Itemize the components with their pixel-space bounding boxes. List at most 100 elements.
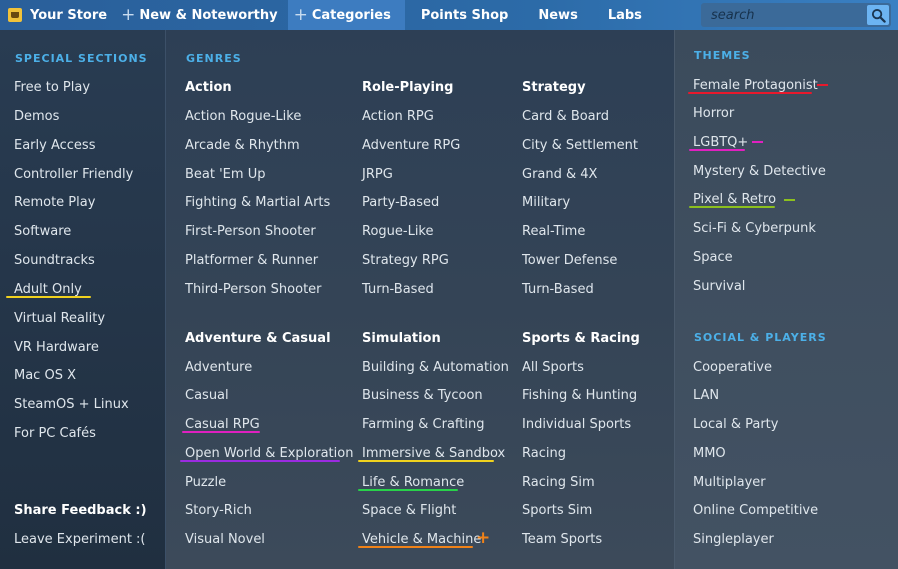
genre-item[interactable]: Individual Sports <box>522 417 631 432</box>
special-item-adult-only[interactable]: Adult Only <box>14 282 82 297</box>
theme-item[interactable]: Horror <box>693 106 734 121</box>
genre-item[interactable]: Space & Flight <box>362 503 456 518</box>
genre-item[interactable]: Third-Person Shooter <box>185 282 322 297</box>
nav-new-noteworthy[interactable]: + New & Noteworthy <box>117 0 287 30</box>
genre-item[interactable]: Fishing & Hunting <box>522 388 637 403</box>
theme-item[interactable]: Survival <box>693 279 745 294</box>
theme-item[interactable]: Mystery & Detective <box>693 164 826 179</box>
genre-item[interactable]: Adventure RPG <box>362 138 460 153</box>
plus-icon: + <box>121 5 136 25</box>
genre-item[interactable]: Building & Automation <box>362 360 509 375</box>
nav-your-store-label: Your Store <box>30 7 108 23</box>
share-feedback-link[interactable]: Share Feedback :) <box>14 503 147 518</box>
genre-item-life-romance[interactable]: Life & Romance <box>362 475 464 490</box>
social-item[interactable]: Online Competitive <box>693 503 818 518</box>
theme-item[interactable]: Sci-Fi & Cyberpunk <box>693 221 816 236</box>
special-item[interactable]: Demos <box>14 109 59 124</box>
genre-item[interactable]: Action Rogue-Like <box>185 109 301 124</box>
special-item[interactable]: Mac OS X <box>14 368 76 383</box>
social-item[interactable]: MMO <box>693 446 726 461</box>
green-dash-mark <box>784 199 795 201</box>
genre-item[interactable]: Real-Time <box>522 224 585 239</box>
theme-item-pixel-retro[interactable]: Pixel & Retro <box>693 192 776 207</box>
special-item[interactable]: Early Access <box>14 138 95 153</box>
social-item[interactable]: Cooperative <box>693 360 772 375</box>
social-item[interactable]: Singleplayer <box>693 532 774 547</box>
genre-item-casual-rpg[interactable]: Casual RPG <box>185 417 260 432</box>
leave-experiment-link[interactable]: Leave Experiment :( <box>14 532 146 547</box>
special-item[interactable]: SteamOS + Linux <box>14 397 129 412</box>
special-item[interactable]: Virtual Reality <box>14 311 105 326</box>
genre-item[interactable]: All Sports <box>522 360 584 375</box>
genre-item[interactable]: Grand & 4X <box>522 167 597 182</box>
genre-item[interactable]: Military <box>522 195 570 210</box>
nav-points-shop-label: Points Shop <box>420 7 509 23</box>
genre-action-heading[interactable]: Action <box>185 80 232 95</box>
genre-item[interactable]: Party-Based <box>362 195 439 210</box>
genre-item[interactable]: Rogue-Like <box>362 224 434 239</box>
highlight-underline <box>182 431 260 433</box>
social-item[interactable]: Local & Party <box>693 417 778 432</box>
genre-item-open-world[interactable]: Open World & Exploration <box>185 446 353 461</box>
nav-news-label: News <box>538 7 578 23</box>
genre-roleplaying-heading[interactable]: Role-Playing <box>362 80 453 95</box>
genre-item[interactable]: Business & Tycoon <box>362 388 483 403</box>
genre-item[interactable]: Sports Sim <box>522 503 592 518</box>
nav-news[interactable]: News <box>522 0 591 30</box>
genre-simulation-heading[interactable]: Simulation <box>362 331 441 346</box>
genre-item[interactable]: Platformer & Runner <box>185 253 318 268</box>
special-item[interactable]: Free to Play <box>14 80 90 95</box>
genre-item[interactable]: JRPG <box>362 167 393 182</box>
nav-new-noteworthy-label: New & Noteworthy <box>139 7 278 23</box>
genre-item[interactable]: First-Person Shooter <box>185 224 316 239</box>
genre-item[interactable]: Adventure <box>185 360 252 375</box>
genre-item[interactable]: Turn-Based <box>362 282 434 297</box>
genre-item[interactable]: Arcade & Rhythm <box>185 138 300 153</box>
genre-item-vehicle-machine[interactable]: Vehicle & Machine <box>362 532 481 547</box>
genre-item[interactable]: Action RPG <box>362 109 434 124</box>
genre-item[interactable]: Racing Sim <box>522 475 595 490</box>
nav-points-shop[interactable]: Points Shop <box>405 0 523 30</box>
genre-item[interactable]: Puzzle <box>185 475 226 490</box>
social-item[interactable]: LAN <box>693 388 719 403</box>
genre-item[interactable]: Card & Board <box>522 109 609 124</box>
theme-item-lgbtq[interactable]: LGBTQ+ <box>693 135 748 150</box>
genre-item[interactable]: City & Settlement <box>522 138 638 153</box>
nav-your-store[interactable]: Your Store <box>0 0 117 30</box>
genre-strategy-heading[interactable]: Strategy <box>522 80 586 95</box>
special-item[interactable]: Software <box>14 224 71 239</box>
special-item[interactable]: Soundtracks <box>14 253 95 268</box>
search-input[interactable] <box>701 4 866 26</box>
genre-item[interactable]: Story-Rich <box>185 503 252 518</box>
nav-labs[interactable]: Labs <box>592 0 652 30</box>
genre-item[interactable]: Farming & Crafting <box>362 417 484 432</box>
theme-item[interactable]: Space <box>693 250 733 265</box>
genre-item[interactable]: Beat 'Em Up <box>185 167 265 182</box>
genre-item[interactable]: Visual Novel <box>185 532 265 547</box>
genre-item-immersive-sandbox[interactable]: Immersive & Sandbox <box>362 446 505 461</box>
genre-item[interactable]: Tower Defense <box>522 253 617 268</box>
genre-item[interactable]: Team Sports <box>522 532 602 547</box>
genre-item[interactable]: Casual <box>185 388 229 403</box>
highlight-underline <box>689 149 745 151</box>
plus-icon: + <box>476 528 491 548</box>
highlight-underline <box>358 489 458 491</box>
search-button[interactable] <box>867 5 889 25</box>
genre-sports-heading[interactable]: Sports & Racing <box>522 331 640 346</box>
nav-categories-label: Categories <box>311 7 391 23</box>
genre-item[interactable]: Turn-Based <box>522 282 594 297</box>
themes-heading: THEMES <box>694 49 751 62</box>
red-dash-mark <box>817 84 828 86</box>
theme-item-female-protagonist[interactable]: Female Protagonist <box>693 78 818 93</box>
nav-categories[interactable]: + Categories <box>287 0 405 30</box>
special-item[interactable]: Remote Play <box>14 195 95 210</box>
genre-item[interactable]: Fighting & Martial Arts <box>185 195 330 210</box>
special-sections-heading: SPECIAL SECTIONS <box>15 52 148 65</box>
special-item[interactable]: Controller Friendly <box>14 167 133 182</box>
social-item[interactable]: Multiplayer <box>693 475 766 490</box>
special-item[interactable]: For PC Cafés <box>14 426 96 441</box>
genre-item[interactable]: Strategy RPG <box>362 253 449 268</box>
genre-item[interactable]: Racing <box>522 446 566 461</box>
special-item[interactable]: VR Hardware <box>14 340 99 355</box>
genre-adventure-heading[interactable]: Adventure & Casual <box>185 331 331 346</box>
